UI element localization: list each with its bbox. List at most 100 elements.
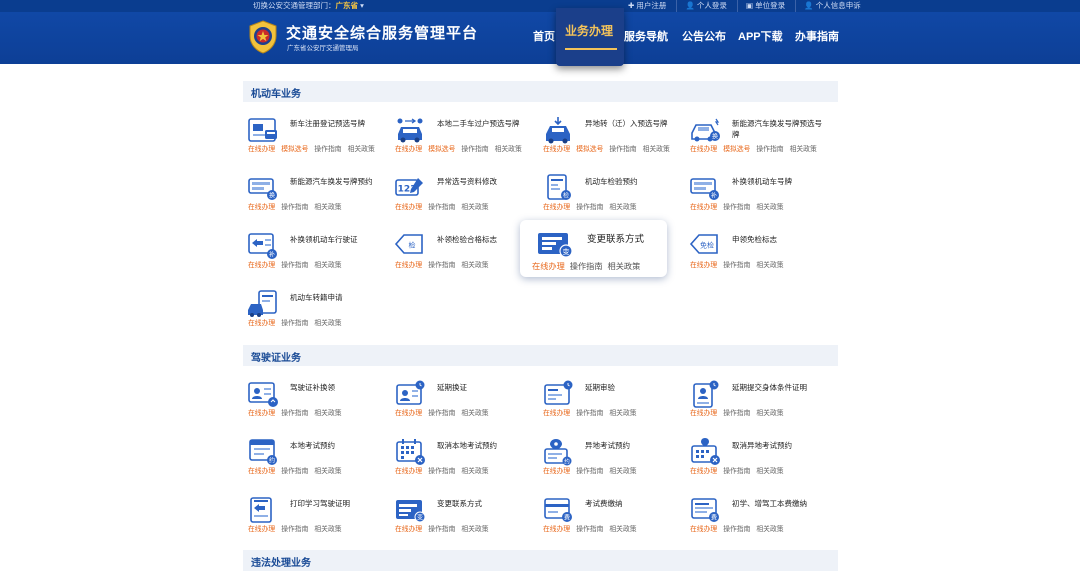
service-name[interactable]: 异地转（迁）入预选号牌 <box>585 118 675 129</box>
service-item[interactable]: 检 补领检验合格标志 在线办理 操作指南 相关政策 <box>391 232 536 277</box>
online-handle-link[interactable]: 在线办理 <box>248 468 275 475</box>
policy-link[interactable]: 相关政策 <box>461 204 488 211</box>
guide-link[interactable]: 操作指南 <box>723 410 750 417</box>
service-item[interactable]: 换 新能源汽车换发号牌预选号牌 在线办理 模拟选号 操作指南 相关政策 <box>686 116 831 161</box>
register-link[interactable]: ✚ 用户注册 <box>620 0 674 12</box>
guide-link[interactable]: 操作指南 <box>428 410 455 417</box>
service-name[interactable]: 本地二手车过户预选号牌 <box>437 118 527 129</box>
simulate-select-link[interactable]: 模拟选号 <box>723 146 750 153</box>
online-handle-link[interactable]: 在线办理 <box>690 468 717 475</box>
policy-link[interactable]: 相关政策 <box>756 526 783 533</box>
policy-link[interactable]: 相关政策 <box>495 146 522 153</box>
appeal-link[interactable]: 👤 个人信息申诉 <box>795 0 868 12</box>
nav-announcements[interactable]: 公告公布 <box>682 28 726 44</box>
service-name[interactable]: 取消本地考试预约 <box>437 440 527 451</box>
service-item[interactable]: 异地转（迁）入预选号牌 在线办理 模拟选号 操作指南 相关政策 <box>539 116 684 161</box>
policy-link[interactable]: 相关政策 <box>756 468 783 475</box>
policy-link[interactable]: 相关政策 <box>461 262 488 269</box>
nav-home[interactable]: 首页 <box>533 28 555 44</box>
online-handle-link[interactable]: 在线办理 <box>543 204 570 211</box>
service-name[interactable]: 延期提交身体条件证明 <box>732 382 822 393</box>
service-name[interactable]: 机动车转籍申请 <box>290 292 380 303</box>
policy-link[interactable]: 相关政策 <box>314 468 341 475</box>
online-handle-link[interactable]: 在线办理 <box>690 204 717 211</box>
policy-link[interactable]: 相关政策 <box>348 146 375 153</box>
policy-link[interactable]: 相关政策 <box>461 410 488 417</box>
policy-link[interactable]: 相关政策 <box>314 262 341 269</box>
guide-link[interactable]: 操作指南 <box>281 526 308 533</box>
service-name[interactable]: 异地考试预约 <box>585 440 675 451</box>
guide-link[interactable]: 操作指南 <box>576 526 603 533</box>
online-handle-link[interactable]: 在线办理 <box>543 410 570 417</box>
policy-link[interactable]: 相关政策 <box>608 262 641 271</box>
guide-link[interactable]: 操作指南 <box>281 468 308 475</box>
service-item[interactable]: 本地二手车过户预选号牌 在线办理 模拟选号 操作指南 相关政策 <box>391 116 536 161</box>
service-item[interactable]: 延期审验 在线办理 操作指南 相关政策 <box>539 380 684 425</box>
online-handle-link[interactable]: 在线办理 <box>248 320 275 327</box>
guide-link[interactable]: 操作指南 <box>461 146 488 153</box>
policy-link[interactable]: 相关政策 <box>756 262 783 269</box>
service-name[interactable]: 取消异地考试预约 <box>732 440 822 451</box>
simulate-select-link[interactable]: 模拟选号 <box>576 146 603 153</box>
service-name[interactable]: 变更联系方式 <box>587 231 644 245</box>
online-handle-link[interactable]: 在线办理 <box>690 410 717 417</box>
chevron-down-icon[interactable]: ▾ <box>360 1 364 10</box>
service-item[interactable]: 补 补换领机动车号牌 在线办理 操作指南 相关政策 <box>686 174 831 219</box>
service-name[interactable]: 补领检验合格标志 <box>437 234 527 245</box>
policy-link[interactable]: 相关政策 <box>609 468 636 475</box>
service-item[interactable]: 约 异地考试预约 在线办理 操作指南 相关政策 <box>539 438 684 483</box>
service-name[interactable]: 补换领机动车号牌 <box>732 176 822 187</box>
guide-link[interactable]: 操作指南 <box>281 262 308 269</box>
online-handle-link[interactable]: 在线办理 <box>248 410 275 417</box>
online-handle-link[interactable]: 在线办理 <box>543 468 570 475</box>
guide-link[interactable]: 操作指南 <box>723 468 750 475</box>
guide-link[interactable]: 操作指南 <box>570 262 603 271</box>
service-card-highlighted[interactable]: 变 变更联系方式 在线办理 操作指南 相关政策 <box>520 220 667 277</box>
guide-link[interactable]: 操作指南 <box>576 204 603 211</box>
policy-link[interactable]: 相关政策 <box>609 410 636 417</box>
guide-link[interactable]: 操作指南 <box>723 204 750 211</box>
policy-link[interactable]: 相关政策 <box>756 410 783 417</box>
policy-link[interactable]: 相关政策 <box>461 526 488 533</box>
service-name[interactable]: 本地考试预约 <box>290 440 380 451</box>
service-name[interactable]: 异常选号资料修改 <box>437 176 527 187</box>
online-handle-link[interactable]: 在线办理 <box>395 204 422 211</box>
simulate-select-link[interactable]: 模拟选号 <box>281 146 308 153</box>
guide-link[interactable]: 操作指南 <box>723 526 750 533</box>
policy-link[interactable]: 相关政策 <box>314 204 341 211</box>
guide-link[interactable]: 操作指南 <box>281 410 308 417</box>
service-item[interactable]: 补 补换领机动车行驶证 在线办理 操作指南 相关政策 <box>244 232 389 277</box>
personal-login-link[interactable]: 👤 个人登录 <box>676 0 734 12</box>
service-item[interactable]: 新车注册登记预选号牌 在线办理 模拟选号 操作指南 相关政策 <box>244 116 389 161</box>
policy-link[interactable]: 相关政策 <box>609 204 636 211</box>
service-name[interactable]: 考试费缴纳 <box>585 498 675 509</box>
online-handle-link[interactable]: 在线办理 <box>248 146 275 153</box>
nav-app-download[interactable]: APP下载 <box>738 28 783 44</box>
service-item[interactable]: 费 初学、增驾工本费缴纳 在线办理 操作指南 相关政策 <box>686 496 831 541</box>
service-item[interactable]: 取消异地考试预约 在线办理 操作指南 相关政策 <box>686 438 831 483</box>
nav-business-label[interactable]: 业务办理 <box>565 22 613 39</box>
guide-link[interactable]: 操作指南 <box>609 146 636 153</box>
online-handle-link[interactable]: 在线办理 <box>395 468 422 475</box>
online-handle-link[interactable]: 在线办理 <box>395 146 422 153</box>
online-handle-link[interactable]: 在线办理 <box>248 526 275 533</box>
police-emblem-logo[interactable] <box>247 20 279 54</box>
online-handle-link[interactable]: 在线办理 <box>248 204 275 211</box>
guide-link[interactable]: 操作指南 <box>756 146 783 153</box>
service-item[interactable]: 费 考试费缴纳 在线办理 操作指南 相关政策 <box>539 496 684 541</box>
online-handle-link[interactable]: 在线办理 <box>690 526 717 533</box>
service-name[interactable]: 机动车检验预约 <box>585 176 675 187</box>
service-item[interactable]: 123 异常选号资料修改 在线办理 操作指南 相关政策 <box>391 174 536 219</box>
online-handle-link[interactable]: 在线办理 <box>543 146 570 153</box>
service-item[interactable]: 换 新能源汽车换发号牌预约 在线办理 操作指南 相关政策 <box>244 174 389 219</box>
nav-service-guide[interactable]: 服务导航 <box>624 28 668 44</box>
policy-link[interactable]: 相关政策 <box>461 468 488 475</box>
policy-link[interactable]: 相关政策 <box>314 410 341 417</box>
simulate-select-link[interactable]: 模拟选号 <box>428 146 455 153</box>
service-item[interactable]: 检 机动车检验预约 在线办理 操作指南 相关政策 <box>539 174 684 219</box>
service-item[interactable]: 机动车转籍申请 在线办理 操作指南 相关政策 <box>244 290 389 335</box>
online-handle-link[interactable]: 在线办理 <box>690 146 717 153</box>
guide-link[interactable]: 操作指南 <box>428 204 455 211</box>
online-handle-link[interactable]: 在线办理 <box>543 526 570 533</box>
service-item[interactable]: 免检 申领免检标志 在线办理 操作指南 相关政策 <box>686 232 831 277</box>
